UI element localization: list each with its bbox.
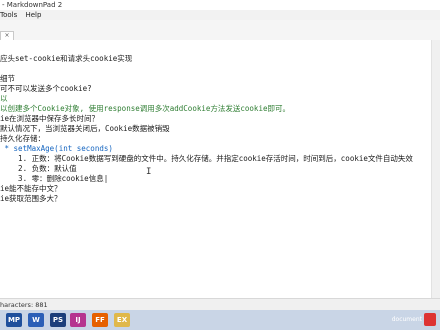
editor-line-12: 2. 负数：默认值 [0,164,77,173]
editor-line-1: 应头set-cookie和请求头cookie实现 [0,54,133,63]
editor-line-8: 默认情况下，当浏览器关闭后，Cookie数据被销毁 [0,124,170,133]
window-title-bar: - MarkdownPad 2 [0,0,440,10]
markdown-editor[interactable]: 应头set-cookie和请求头cookie实现 细节 可不可以发送多个cook… [0,40,432,298]
document-tab[interactable]: × [0,31,14,40]
tray-label: document [391,316,422,323]
editor-line-11: 1. 正数：将Cookie数据写到硬盘的文件中。持久化存储。并指定cookie存… [0,154,413,163]
editor-line-5: 以 [0,94,8,103]
editor-line-4: 可不可以发送多个cookie? [0,84,92,93]
vertical-scrollbar[interactable] [431,40,440,298]
firefox-taskbar-icon[interactable]: FF [92,313,108,327]
character-count: haracters: 881 [0,301,48,309]
text-cursor-icon: I [146,167,152,177]
menu-tools[interactable]: Tools [0,11,17,19]
tray-app-icon[interactable] [424,313,436,326]
editor-line-9: 持久化存储： [0,134,45,143]
photoshop-taskbar-icon[interactable]: PS [50,313,66,327]
window-title: - MarkdownPad 2 [2,1,63,9]
editor-line-13: 3. 零：删除cookie信息| [0,174,109,183]
editor-line-15: ie获取范围多大？ [0,194,62,203]
editor-line-10: * setMaxAge(int seconds) [0,144,113,153]
explorer-taskbar-icon[interactable]: EX [114,313,130,327]
intellij-taskbar-icon[interactable]: IJ [70,313,86,327]
menu-help[interactable]: Help [25,11,41,19]
editor-line-3: 细节 [0,74,15,83]
editor-line-14: ie能不能存中文？ [0,184,62,193]
menu-bar: Tools Help [0,10,440,20]
editor-line-6: 以创建多个Cookie对象, 使用response调用多次addCookie方法… [0,104,290,113]
word-taskbar-icon[interactable]: W [28,313,44,327]
toolbar [0,20,440,41]
taskbar: MP W PS IJ FF EX document [0,310,440,330]
markdownpad-taskbar-icon[interactable]: MP [6,313,22,327]
editor-line-7: ie在浏览器中保存多长时间？ [0,114,100,123]
